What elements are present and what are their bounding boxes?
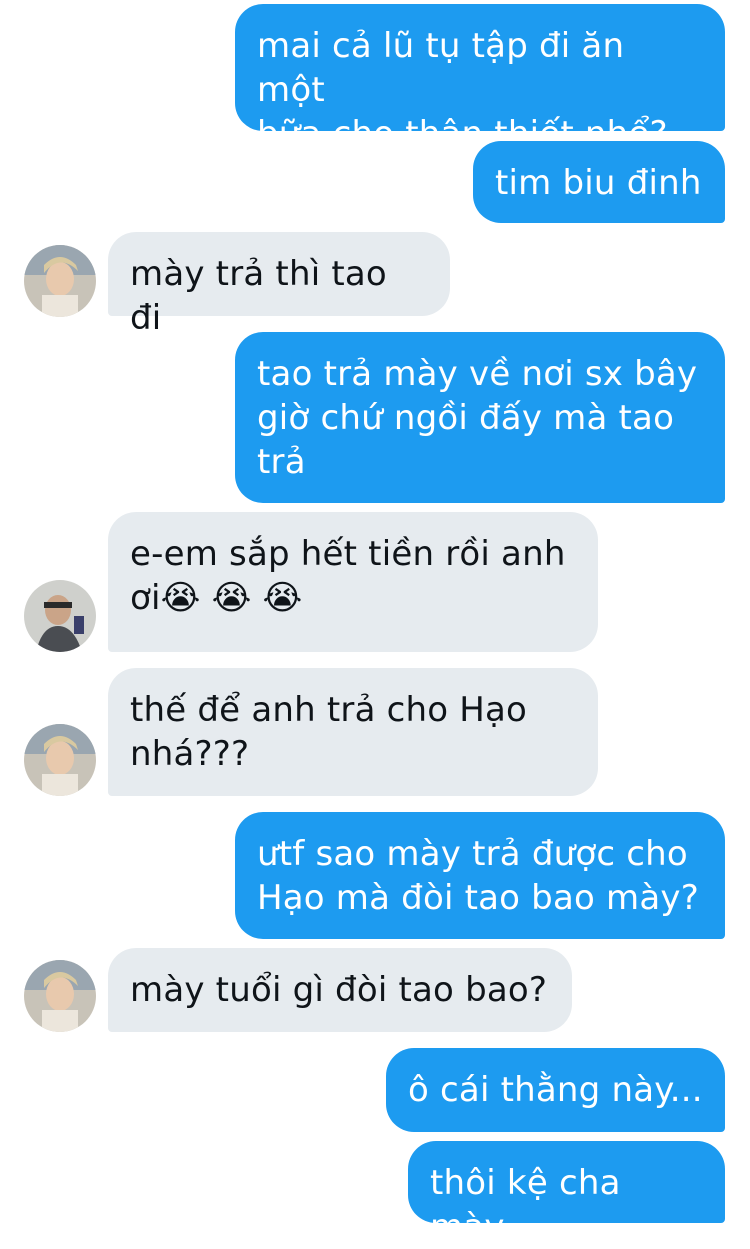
- outgoing-message[interactable]: ưtf sao mày trả được cho Hạo mà đòi tao …: [235, 812, 725, 939]
- outgoing-message[interactable]: thôi kệ cha mày: [408, 1141, 725, 1247]
- incoming-message[interactable]: mày trả thì tao đi: [108, 232, 450, 338]
- outgoing-message[interactable]: tim biu đinh: [473, 141, 725, 223]
- outgoing-message[interactable]: mai cả lũ tụ tập đi ăn một bữa cho thân …: [235, 4, 725, 154]
- outgoing-message[interactable]: tao trả mày về nơi sx bây giờ chứ ngồi đ…: [235, 332, 725, 503]
- user-avatar[interactable]: [24, 724, 96, 796]
- incoming-message[interactable]: mày tuổi gì đòi tao bao?: [108, 948, 572, 1032]
- outgoing-message[interactable]: ô cái thằng này...: [386, 1048, 725, 1132]
- incoming-message[interactable]: e-em sắp hết tiền rồi anh ơi😭 😭 😭: [108, 512, 598, 652]
- user-avatar[interactable]: [24, 580, 96, 652]
- user-avatar[interactable]: [24, 960, 96, 1032]
- incoming-message[interactable]: thế để anh trả cho Hạo nhá???: [108, 668, 598, 796]
- user-avatar[interactable]: [24, 245, 96, 317]
